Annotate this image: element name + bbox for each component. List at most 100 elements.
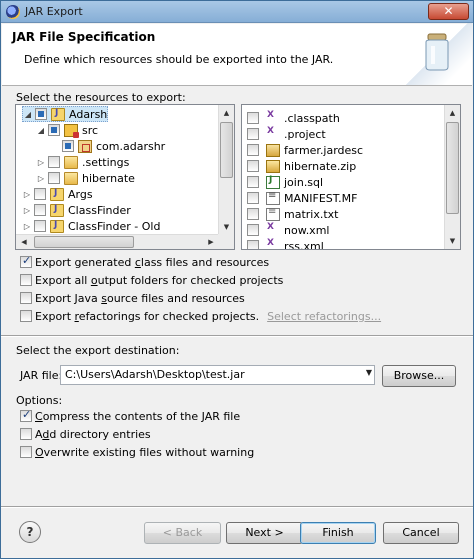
file-item-label: hibernate.zip — [284, 159, 357, 173]
option-row[interactable]: Export Java source files and resources — [20, 291, 245, 305]
tree-item-checkbox[interactable] — [34, 188, 46, 200]
file-item-checkbox[interactable] — [247, 144, 259, 156]
scroll-thumb[interactable] — [220, 122, 233, 178]
scroll-corner — [218, 234, 234, 249]
option-checkbox[interactable] — [20, 310, 32, 322]
file-item-label: join.sql — [284, 175, 324, 189]
file-item-checkbox[interactable] — [247, 224, 259, 236]
tree-item[interactable]: ◢ src — [36, 122, 98, 138]
tree-vertical-scrollbar[interactable]: ▲ ▼ — [218, 105, 234, 235]
tree-item-label: .settings — [82, 155, 130, 169]
expand-arrow-icon[interactable]: ▷ — [22, 190, 32, 199]
project-icon — [51, 107, 65, 121]
option-row[interactable]: Add directory entries — [20, 427, 151, 441]
file-item-checkbox[interactable] — [247, 192, 259, 204]
scroll-thumb[interactable] — [446, 122, 459, 214]
file-item[interactable]: join.sql — [247, 174, 323, 190]
resource-tree[interactable]: ◢ Adarsh ◢ src com.adarshr ▷ .settings ▷ hiberna… — [15, 104, 235, 250]
tree-item-label: src — [82, 123, 99, 137]
cancel-button[interactable]: Cancel — [383, 522, 459, 544]
tree-item-checkbox[interactable] — [48, 124, 60, 136]
file-item-checkbox[interactable] — [247, 112, 259, 124]
jar-file-combo[interactable]: C:\Users\Adarsh\Desktop\test.jar ▼ — [60, 365, 375, 385]
option-checkbox[interactable] — [20, 292, 32, 304]
tree-item[interactable]: ◢ Adarsh — [22, 106, 109, 122]
file-item-checkbox[interactable] — [247, 160, 259, 172]
package-icon — [78, 139, 92, 153]
scroll-left-icon[interactable]: ◀ — [16, 235, 32, 249]
select-refactorings-link[interactable]: Select refactorings... — [267, 310, 381, 323]
option-checkbox[interactable] — [20, 446, 32, 458]
zip-icon — [266, 159, 280, 173]
next-button[interactable]: Next > — [226, 522, 303, 544]
option-row[interactable]: Export refactorings for checked projects… — [20, 309, 381, 323]
expand-arrow-icon[interactable]: ▷ — [36, 174, 46, 183]
file-item-checkbox[interactable] — [247, 208, 259, 220]
option-checkbox[interactable] — [20, 428, 32, 440]
option-checkbox[interactable] — [20, 254, 32, 268]
scroll-thumb[interactable] — [34, 236, 134, 248]
expand-arrow-icon[interactable]: ▷ — [22, 206, 32, 215]
tree-item[interactable]: ▷ ClassFinder — [22, 202, 131, 218]
sql-icon — [266, 175, 280, 189]
tree-item[interactable]: ▷ Args — [22, 186, 93, 202]
file-item[interactable]: .project — [247, 126, 326, 142]
option-text: utput folders for checked projects — [97, 273, 284, 287]
jar-export-window: JAR Export ✕ JAR File Specification Defi… — [0, 0, 474, 559]
scroll-down-icon[interactable]: ▼ — [445, 233, 460, 249]
collapse-arrow-icon[interactable]: ◢ — [23, 110, 33, 119]
close-button[interactable]: ✕ — [428, 3, 469, 20]
file-item-label: .project — [284, 127, 326, 141]
tree-item[interactable]: ▷ .settings — [36, 154, 129, 170]
file-item-label: .classpath — [284, 111, 340, 125]
browse-button[interactable]: Browse... — [382, 365, 456, 387]
file-item[interactable]: MANIFEST.MF — [247, 190, 357, 206]
expand-arrow-icon[interactable]: ▷ — [36, 158, 46, 167]
scroll-right-icon[interactable]: ▶ — [203, 235, 219, 249]
xml-icon — [266, 238, 280, 250]
title-bar[interactable]: JAR Export ✕ — [1, 1, 473, 23]
file-item[interactable]: now.xml — [247, 222, 329, 238]
resource-file-list[interactable]: .classpath .project farmer.jardesc hibernat… — [241, 104, 461, 250]
option-checkbox[interactable] — [20, 274, 32, 286]
option-row[interactable]: Export generated class files and resourc… — [20, 254, 269, 269]
tree-item-checkbox[interactable] — [34, 220, 46, 232]
file-item[interactable]: .classpath — [247, 110, 340, 126]
expand-arrow-icon[interactable]: ▷ — [22, 222, 32, 231]
tree-item-checkbox[interactable] — [48, 156, 60, 168]
file-vertical-scrollbar[interactable]: ▲ ▼ — [444, 105, 460, 249]
tree-horizontal-scrollbar[interactable]: ◀ ▶ — [16, 234, 219, 249]
tree-item-checkbox[interactable] — [34, 204, 46, 216]
file-item[interactable]: farmer.jardesc — [247, 142, 363, 158]
option-row[interactable]: Compress the contents of the JAR file — [20, 408, 240, 423]
tree-item[interactable]: com.adarshr — [50, 138, 165, 154]
tree-item-checkbox[interactable] — [35, 108, 47, 120]
scroll-up-icon[interactable]: ▲ — [445, 105, 460, 121]
collapse-arrow-icon[interactable]: ◢ — [36, 126, 46, 135]
help-button[interactable]: ? — [19, 521, 41, 543]
file-item-checkbox[interactable] — [247, 128, 259, 140]
scroll-up-icon[interactable]: ▲ — [219, 105, 234, 121]
scroll-down-icon[interactable]: ▼ — [219, 219, 234, 235]
option-label: Export refactorings for checked projects… — [35, 310, 259, 323]
resources-label: Select the resources to export: — [16, 91, 186, 104]
option-text: d directory entries — [49, 427, 151, 441]
option-row[interactable]: Export all output folders for checked pr… — [20, 273, 283, 287]
tree-item-checkbox[interactable] — [62, 140, 74, 152]
back-button[interactable]: < Back — [144, 522, 221, 544]
tree-item[interactable]: ▷ ClassFinder - Old — [22, 218, 160, 234]
tree-item-label: ClassFinder — [68, 203, 131, 217]
tree-item[interactable]: ▷ hibernate — [36, 170, 135, 186]
file-item[interactable]: matrix.txt — [247, 206, 339, 222]
tree-item-checkbox[interactable] — [48, 172, 60, 184]
chevron-down-icon[interactable]: ▼ — [366, 368, 372, 377]
finish-button[interactable]: Finish — [300, 522, 376, 544]
option-text: Export all — [35, 273, 91, 287]
file-item[interactable]: hibernate.zip — [247, 158, 356, 174]
page-title: JAR File Specification — [12, 30, 156, 44]
file-item-checkbox[interactable] — [247, 176, 259, 188]
option-row[interactable]: Overwrite existing files without warning — [20, 445, 254, 459]
file-item[interactable]: rss.xml — [247, 238, 324, 250]
option-checkbox[interactable] — [20, 408, 32, 422]
file-item-checkbox[interactable] — [247, 240, 259, 249]
